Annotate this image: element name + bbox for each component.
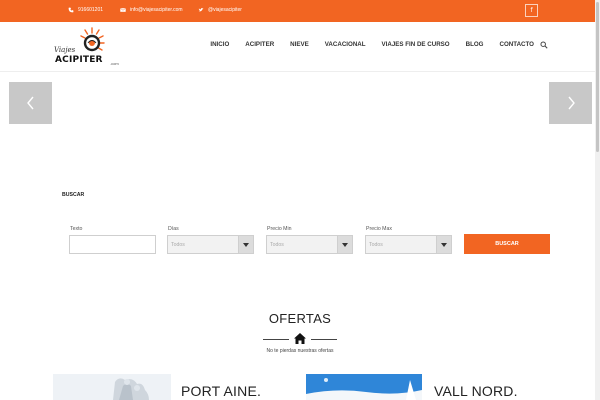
precio-min-select[interactable]: Todos [266, 235, 353, 254]
nav-item-acipiter[interactable]: ACIPITER [237, 41, 282, 48]
ofertas-subtitle: No te pierdas nuestras ofertas [266, 348, 334, 354]
precio-min-caret [337, 236, 352, 253]
offer-title-vall-nord[interactable]: VALL NORD. [434, 383, 518, 399]
logo-viajes: Viajes [54, 46, 76, 54]
facebook-button[interactable]: f [525, 4, 538, 17]
offer-image-vall-nord[interactable] [306, 374, 422, 400]
phone-icon [68, 7, 74, 13]
twitter-contact[interactable]: @viajesacipiter [198, 7, 242, 13]
precio-min-select-value: Todos [270, 242, 284, 248]
buscar-button[interactable]: BUSCAR [464, 234, 550, 254]
dias-select-value: Todos [171, 242, 185, 248]
email-contact[interactable]: info@viajesacipiter.com [120, 7, 183, 13]
slider-prev-button[interactable] [9, 82, 52, 124]
slider-next-button[interactable] [549, 82, 592, 124]
logo-acipiter: ACIPITER [55, 55, 103, 65]
offer-image-port-aine[interactable] [53, 374, 171, 400]
envelope-icon [120, 8, 126, 12]
chevron-right-icon [567, 96, 575, 110]
precio-max-caret [436, 236, 451, 253]
search-section-title: BUSCAR [62, 192, 85, 198]
twitter-icon [198, 7, 204, 12]
hero-slider [0, 72, 600, 200]
chevron-left-icon [26, 96, 34, 110]
nav-item-inicio[interactable]: INICIO [202, 41, 237, 48]
caret-down-icon [342, 242, 348, 247]
page: 916601201 info@viajesacipiter.com @viaje… [0, 0, 600, 400]
home-icon [294, 333, 306, 344]
phone-text: 916601201 [78, 7, 104, 13]
top-bar: 916601201 info@viajesacipiter.com @viaje… [0, 0, 600, 22]
precio-min-label: Precio Min [267, 226, 292, 232]
caret-down-icon [441, 242, 447, 247]
precio-max-select-value: Todos [369, 242, 383, 248]
email-text: info@viajesacipiter.com [130, 7, 183, 13]
search-icon[interactable] [540, 41, 548, 49]
texto-label: Texto [70, 226, 83, 232]
nav-item-vacacional[interactable]: VACACIONAL [317, 41, 374, 48]
offer-title-port-aine[interactable]: PORT AINE. [181, 383, 261, 399]
dias-label: Días [168, 226, 179, 232]
ski-slope-image [306, 374, 422, 400]
divider-left [263, 339, 289, 340]
nav-item-contacto[interactable]: CONTACTO [492, 41, 543, 48]
snowy-tree-image [53, 374, 171, 400]
ofertas-title: OFERTAS [268, 311, 332, 326]
dias-caret [238, 236, 253, 253]
phone-contact[interactable]: 916601201 [68, 7, 103, 13]
header: Viajes ACIPITER .com INICIO ACIPITER NIE… [0, 22, 600, 72]
nav-item-nieve[interactable]: NIEVE [282, 41, 317, 48]
page-scrollbar[interactable] [595, 0, 600, 400]
scrollbar-thumb[interactable] [596, 2, 599, 152]
nav-item-blog[interactable]: BLOG [458, 41, 492, 48]
caret-down-icon [243, 242, 249, 247]
dias-select[interactable]: Todos [167, 235, 254, 254]
texto-input[interactable] [69, 235, 156, 254]
twitter-text: @viajesacipiter [208, 7, 242, 13]
logo-dotcom: .com [110, 61, 119, 66]
facebook-icon: f [530, 7, 533, 14]
divider-right [311, 339, 337, 340]
precio-max-select[interactable]: Todos [365, 235, 452, 254]
precio-max-label: Precio Max [366, 226, 392, 232]
main-nav: INICIO ACIPITER NIEVE VACACIONAL VIAJES … [202, 41, 542, 48]
site-logo[interactable]: Viajes ACIPITER .com [52, 24, 122, 70]
nav-item-viajes-fin-de-curso[interactable]: VIAJES FIN DE CURSO [374, 41, 458, 48]
